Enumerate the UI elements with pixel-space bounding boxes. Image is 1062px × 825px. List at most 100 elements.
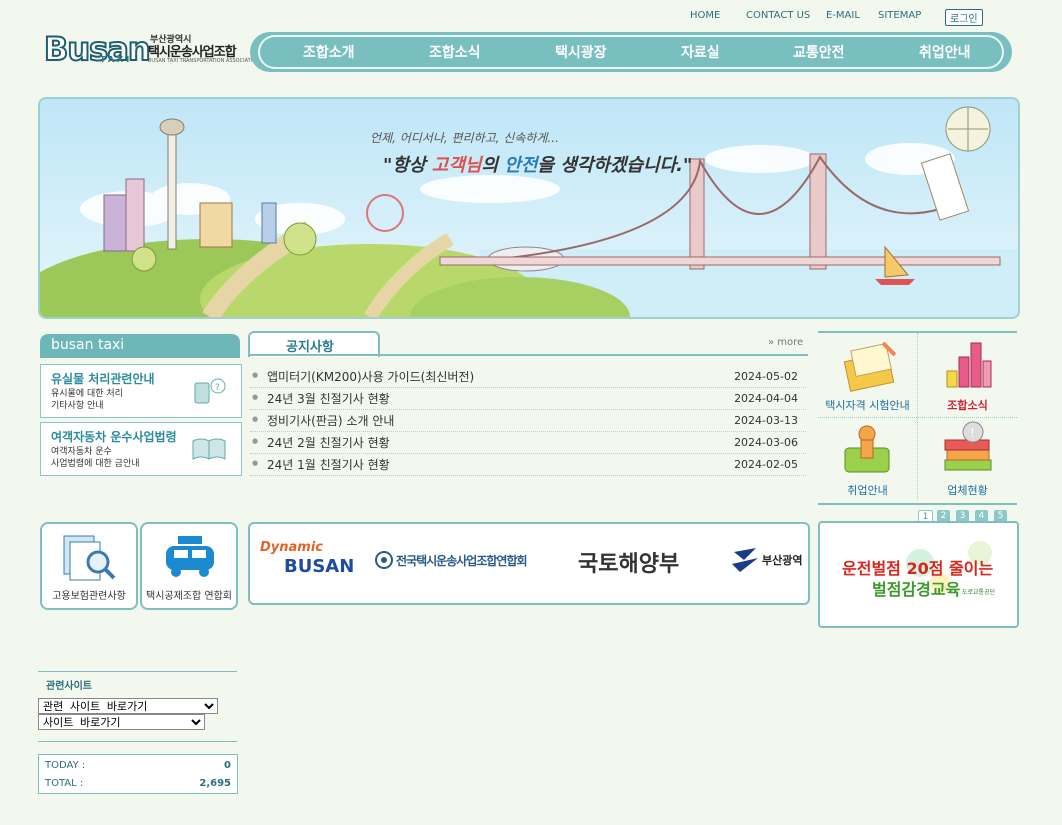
total-value: 2,695 xyxy=(199,778,231,789)
notice-row[interactable]: ● 24년 2월 친절기사 현황 2024-03-06 xyxy=(250,432,806,454)
federation-emblem-icon xyxy=(375,551,393,569)
notice-date: 2024-03-13 xyxy=(734,414,798,427)
quick-menu: 택시자격 시험안내 조합소식 취업안내 ! 업체현황 xyxy=(818,331,1017,505)
notice-title[interactable]: 정비기사(판금) 소개 안내 xyxy=(267,412,394,429)
nav-about[interactable]: 조합소개 xyxy=(303,42,355,62)
related-sites-select[interactable]: 관련 사이트 바로가기 xyxy=(38,698,218,714)
notice-date: 2024-04-04 xyxy=(734,392,798,405)
notice-row[interactable]: ● 24년 1월 친절기사 현황 2024-02-05 xyxy=(250,454,806,476)
today-label: TODAY : xyxy=(45,760,86,771)
notice-divider xyxy=(248,354,808,356)
quick-label: 조합소식 xyxy=(947,399,988,412)
related-sites-title: 관련사이트 xyxy=(46,681,92,692)
notice-row[interactable]: ● 24년 3월 친절기사 현황 2024-04-04 xyxy=(250,388,806,410)
notice-date: 2024-05-02 xyxy=(734,370,798,383)
busan-city-emblem-icon xyxy=(732,548,758,572)
bullet-icon: ● xyxy=(252,459,259,467)
banner-text-part: "항상 xyxy=(383,155,432,176)
nav-frame xyxy=(258,35,1004,69)
book-icon xyxy=(192,438,226,460)
today-value: 0 xyxy=(224,760,231,771)
home-link[interactable]: HOME xyxy=(690,10,720,21)
bullet-icon: ● xyxy=(252,415,259,423)
federation-name: 전국택시운송사업조합연합회 xyxy=(396,554,528,568)
penalty-education-promo[interactable]: 운전벌점 20점 줄이는 벌점감경교육 도로교통공단 xyxy=(818,521,1019,628)
card-title: 유실물 처리관련안내 xyxy=(51,372,155,386)
person-icon xyxy=(844,425,890,473)
lost-items-card[interactable]: 유실물 처리관련안내 유시물에 대한 처리 기타사항 안내 ? xyxy=(40,364,242,418)
promo-brand: 도로교통공단 xyxy=(962,589,996,596)
box-label: 고용보험관련사항 xyxy=(52,591,126,602)
notice-date: 2024-02-05 xyxy=(734,458,798,471)
banner-slogan: 언제, 어디서나, 편리하고, 신속하게... xyxy=(370,131,559,145)
site-logo[interactable]: Busan TAXI 부산광역시 택시운송사업조합 BUSAN TAXI TRA… xyxy=(43,29,260,70)
nav-square[interactable]: 택시광장 xyxy=(555,42,607,62)
logo-busan: BUSAN xyxy=(284,556,355,577)
bar-chart-icon xyxy=(946,342,992,388)
taxi-icon xyxy=(166,536,214,577)
phone-icon: ? xyxy=(194,378,226,404)
employment-insurance-box[interactable]: 고용보험관련사항 xyxy=(40,522,138,610)
quick-news[interactable]: 조합소식 xyxy=(918,333,1017,417)
login-button[interactable]: 로그인 xyxy=(945,9,983,26)
sites-select[interactable]: 사이트 바로가기 xyxy=(38,714,205,730)
logo-dynamic: Dynamic xyxy=(260,540,324,555)
email-link[interactable]: E-MAIL xyxy=(826,10,860,21)
banner-headline: "항상 고객님의 안전을 생각하겠습니다." xyxy=(383,151,692,177)
bullet-icon: ● xyxy=(252,371,259,379)
nav-archive[interactable]: 자료실 xyxy=(681,42,720,62)
more-link[interactable]: » more xyxy=(768,337,803,348)
quick-companies[interactable]: ! 업체현황 xyxy=(918,418,1017,502)
main-banner: 언제, 어디서나, 편리하고, 신속하게... "항상 고객님의 안전을 생각하… xyxy=(38,97,1020,319)
card-desc: 유시물에 대한 처리 기타사항 안내 xyxy=(51,389,123,411)
notice-title[interactable]: 24년 1월 친절기사 현황 xyxy=(267,456,390,473)
bullet-icon: ● xyxy=(252,437,259,445)
quick-exam[interactable]: 택시자격 시험안내 xyxy=(818,333,917,417)
busan-city-name: 부산광역 xyxy=(762,554,803,567)
law-card[interactable]: 여객자동차 운수사업법령 여객자동차 운수 사업법령에 대한 금안내 xyxy=(40,422,242,476)
banner-text-part: 을 생각하겠습니다." xyxy=(537,155,693,176)
divider xyxy=(38,671,237,672)
side-header: busan taxi xyxy=(40,334,240,358)
notice-date: 2024-03-06 xyxy=(734,436,798,449)
nav-news[interactable]: 조합소식 xyxy=(429,42,481,62)
notebook-icon xyxy=(843,341,897,392)
document-search-icon xyxy=(63,535,116,581)
notice-tab-label: 공지사항 xyxy=(286,340,334,355)
banner-text-red: 고객님 xyxy=(431,155,482,176)
logo-eng: BUSAN TAXI TRANSPORTATION ASSOCIATION xyxy=(148,58,260,64)
quick-label: 취업안내 xyxy=(847,484,888,497)
card-desc: 여객자동차 운수 사업법령에 대한 금안내 xyxy=(51,447,140,469)
divider xyxy=(38,741,237,742)
total-label: TOTAL : xyxy=(45,778,84,789)
svg-text:?: ? xyxy=(215,383,220,393)
contact-link[interactable]: CONTACT US xyxy=(746,10,810,21)
main-nav: 조합소개 조합소식 택시광장 자료실 교통안전 취업안내 xyxy=(250,32,1012,72)
quick-label: 업체현황 xyxy=(947,484,988,497)
notice-title[interactable]: 24년 3월 친절기사 현황 xyxy=(267,390,390,407)
banner-text-part: 의 xyxy=(481,155,505,176)
logo-taxi: TAXI xyxy=(100,55,133,64)
notice-row[interactable]: ● 앱미터기(KM200)사용 가이드(최신버전) 2024-05-02 xyxy=(250,366,806,388)
promo-line2: 벌점감경교육 xyxy=(872,580,961,599)
bullet-icon: ● xyxy=(252,393,259,401)
side-title: busan taxi xyxy=(51,337,125,353)
svg-text:!: ! xyxy=(970,426,975,440)
visitor-counter: TODAY : 0 TOTAL : 2,695 xyxy=(38,754,238,794)
banner-text-blue: 안전 xyxy=(504,155,538,176)
sitemap-link[interactable]: SITEMAP xyxy=(878,10,921,21)
notice-title[interactable]: 24년 2월 친절기사 현황 xyxy=(267,434,390,451)
quick-label: 택시자격 시험안내 xyxy=(825,399,910,412)
nav-safety[interactable]: 교통안전 xyxy=(793,42,845,62)
books-icon: ! xyxy=(944,421,992,471)
quick-jobs[interactable]: 취업안내 xyxy=(818,418,917,502)
card-title: 여객자동차 운수사업법령 xyxy=(51,430,177,444)
taxi-mutual-aid-box[interactable]: 택시공제조합 연합회 xyxy=(140,522,238,610)
nav-jobs[interactable]: 취업안내 xyxy=(919,42,971,62)
box-label: 택시공제조합 연합회 xyxy=(146,591,232,602)
notice-title[interactable]: 앱미터기(KM200)사용 가이드(최신버전) xyxy=(267,368,474,385)
ministry-logo[interactable]: 국토해양부 xyxy=(578,546,679,578)
logo-word: Busan xyxy=(43,29,152,69)
partner-logos: Dynamic BUSAN 전국택시운송사업조합연합회 국토해양부 부산광역 xyxy=(248,522,810,605)
notice-row[interactable]: ● 정비기사(판금) 소개 안내 2024-03-13 xyxy=(250,410,806,432)
